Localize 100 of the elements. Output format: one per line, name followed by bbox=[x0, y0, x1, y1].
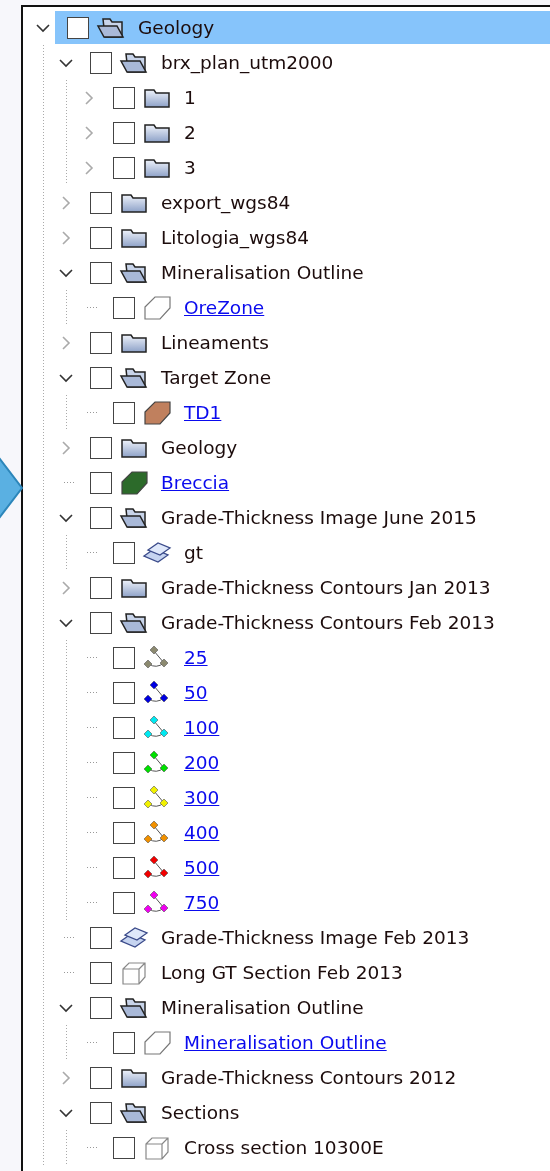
item-label: export_wgs84 bbox=[161, 192, 291, 213]
item-label: Mineralisation Outline bbox=[161, 262, 364, 283]
polygon-icon bbox=[142, 294, 172, 321]
tree-row[interactable]: 400 bbox=[101, 816, 550, 849]
checkbox[interactable] bbox=[67, 16, 89, 39]
tree-row[interactable]: 300 bbox=[101, 781, 550, 814]
checkbox[interactable] bbox=[113, 1136, 135, 1159]
layer-link[interactable]: 750 bbox=[184, 892, 220, 913]
layer-link[interactable]: 50 bbox=[184, 682, 208, 703]
layer-link[interactable]: OreZone bbox=[184, 297, 265, 318]
tree-row[interactable]: 500 bbox=[101, 851, 550, 884]
checkbox[interactable] bbox=[113, 646, 135, 669]
item-label: Grade-Thickness Image June 2015 bbox=[161, 507, 477, 528]
checkbox[interactable] bbox=[113, 86, 135, 109]
tree-row[interactable]: Grade-Thickness Contours 2012 bbox=[78, 1061, 550, 1094]
item-label: Grade-Thickness Image Feb 2013 bbox=[161, 927, 470, 948]
item-label: Grade-Thickness Contours Jan 2013 bbox=[161, 577, 491, 598]
checkbox[interactable] bbox=[90, 996, 112, 1019]
tree-row[interactable]: brx_plan_utm2000 bbox=[78, 46, 550, 79]
layer-link[interactable]: Mineralisation Outline bbox=[184, 1032, 387, 1053]
tree-row[interactable]: 50 bbox=[101, 676, 550, 709]
checkbox[interactable] bbox=[113, 716, 135, 739]
polygon-icon bbox=[142, 1029, 172, 1056]
polygon-icon bbox=[142, 399, 172, 426]
checkbox[interactable] bbox=[90, 261, 112, 284]
tree-row[interactable]: Cross section 10300E bbox=[101, 1131, 550, 1164]
tree-row[interactable]: Litologia_wgs84 bbox=[78, 221, 550, 254]
item-label: Target Zone bbox=[161, 367, 272, 388]
cube-icon bbox=[119, 959, 149, 986]
polygon-icon bbox=[119, 469, 149, 496]
checkbox[interactable] bbox=[90, 506, 112, 529]
tree-row[interactable]: Mineralisation Outline bbox=[101, 1026, 550, 1059]
tree-row[interactable]: Breccia bbox=[78, 466, 550, 499]
item-label: Mineralisation Outline bbox=[161, 997, 364, 1018]
checkbox[interactable] bbox=[90, 436, 112, 459]
checkbox[interactable] bbox=[90, 926, 112, 949]
item-label: Cross section 10300E bbox=[184, 1137, 384, 1158]
checkbox[interactable] bbox=[113, 891, 135, 914]
layer-link[interactable]: 200 bbox=[184, 752, 220, 773]
tree-row[interactable]: Grade-Thickness Image June 2015 bbox=[78, 501, 550, 534]
tree-row[interactable]: Grade-Thickness Contours Feb 2013 bbox=[78, 606, 550, 639]
tree-row[interactable]: gt bbox=[101, 536, 550, 569]
checkbox[interactable] bbox=[113, 541, 135, 564]
tree-row[interactable]: Sections bbox=[78, 1096, 550, 1129]
checkbox[interactable] bbox=[113, 786, 135, 809]
item-label: Grade-Thickness Contours 2012 bbox=[161, 1067, 457, 1088]
item-label: Sections bbox=[161, 1102, 240, 1123]
checkbox[interactable] bbox=[90, 366, 112, 389]
checkbox[interactable] bbox=[113, 751, 135, 774]
tree-row[interactable]: Grade-Thickness Image Feb 2013 bbox=[78, 921, 550, 954]
checkbox[interactable] bbox=[90, 226, 112, 249]
checkbox[interactable] bbox=[90, 611, 112, 634]
checkbox[interactable] bbox=[90, 1101, 112, 1124]
checkbox[interactable] bbox=[113, 821, 135, 844]
checkbox[interactable] bbox=[113, 121, 135, 144]
tree-row[interactable]: Mineralisation Outline bbox=[78, 991, 550, 1024]
item-label: brx_plan_utm2000 bbox=[161, 52, 334, 73]
tree-row[interactable]: 750 bbox=[101, 886, 550, 919]
tree-row[interactable]: OreZone bbox=[101, 291, 550, 324]
layer-link[interactable]: 300 bbox=[184, 787, 220, 808]
checkbox[interactable] bbox=[90, 331, 112, 354]
tree-row[interactable]: Target Zone bbox=[78, 361, 550, 394]
checkbox[interactable] bbox=[90, 51, 112, 74]
checkbox[interactable] bbox=[113, 401, 135, 424]
checkbox[interactable] bbox=[90, 576, 112, 599]
tree-row[interactable]: Grade-Thickness Contours Jan 2013 bbox=[78, 571, 550, 604]
checkbox[interactable] bbox=[113, 856, 135, 879]
item-label: Geology bbox=[138, 17, 215, 38]
item-label: Grade-Thickness Contours Feb 2013 bbox=[161, 612, 495, 633]
layer-link[interactable]: Breccia bbox=[161, 472, 230, 493]
item-label: Litologia_wgs84 bbox=[161, 227, 309, 248]
tree-row[interactable]: export_wgs84 bbox=[78, 186, 550, 219]
tree-row[interactable]: Geology bbox=[78, 431, 550, 464]
layer-link[interactable]: 500 bbox=[184, 857, 220, 878]
checkbox[interactable] bbox=[90, 471, 112, 494]
item-label: Lineaments bbox=[161, 332, 269, 353]
checkbox[interactable] bbox=[90, 1066, 112, 1089]
tree-row[interactable]: 200 bbox=[101, 746, 550, 779]
tree-row[interactable]: TD1 bbox=[101, 396, 550, 429]
item-label: 2 bbox=[184, 122, 196, 143]
tree-row[interactable]: 3 bbox=[101, 151, 550, 184]
tree-row[interactable]: 2 bbox=[101, 116, 550, 149]
checkbox[interactable] bbox=[113, 1031, 135, 1054]
layer-link[interactable]: 400 bbox=[184, 822, 220, 843]
layer-link[interactable]: 100 bbox=[184, 717, 220, 738]
tree-row[interactable]: 25 bbox=[101, 641, 550, 674]
checkbox[interactable] bbox=[113, 681, 135, 704]
tree-row[interactable]: Lineaments bbox=[78, 326, 550, 359]
checkbox[interactable] bbox=[113, 296, 135, 319]
tree-row[interactable]: Geology bbox=[55, 11, 550, 44]
tree-row[interactable]: Mineralisation Outline bbox=[78, 256, 550, 289]
layer-link[interactable]: 25 bbox=[184, 647, 208, 668]
checkbox[interactable] bbox=[90, 961, 112, 984]
tree-row[interactable]: Long GT Section Feb 2013 bbox=[78, 956, 550, 989]
checkbox[interactable] bbox=[90, 191, 112, 214]
checkbox[interactable] bbox=[113, 156, 135, 179]
tree-row[interactable]: 1 bbox=[101, 81, 550, 114]
layer-link[interactable]: TD1 bbox=[184, 402, 222, 423]
cube-icon bbox=[142, 1134, 172, 1161]
tree-row[interactable]: 100 bbox=[101, 711, 550, 744]
